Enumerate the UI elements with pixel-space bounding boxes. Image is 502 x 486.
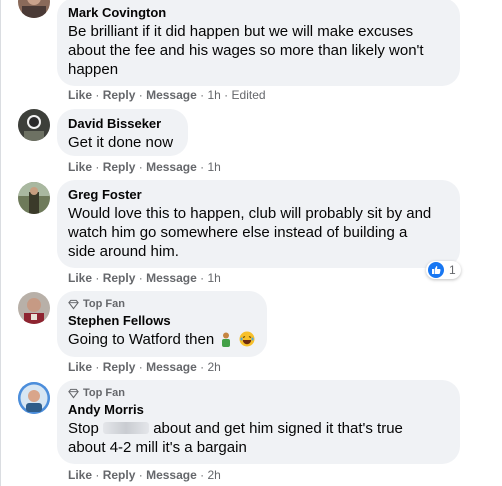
comment-text-end: about and get him signed it that's true	[153, 420, 403, 437]
comment-bubble: Top Fan Stephen Fellows Going to Watford…	[57, 291, 267, 357]
like-button[interactable]: Like	[68, 88, 92, 102]
comment-actions: Like · Reply · Message · 2h	[68, 467, 221, 483]
reply-button[interactable]: Reply	[103, 360, 136, 374]
separator: ·	[138, 468, 143, 482]
person-emoji-icon	[222, 332, 231, 347]
separator: ·	[200, 360, 205, 374]
avatar[interactable]	[18, 182, 50, 214]
separator: ·	[224, 88, 229, 102]
comment-author[interactable]: Mark Covington	[68, 4, 449, 22]
message-button[interactable]: Message	[146, 468, 197, 482]
comment-actions: Like · Reply · Message · 2h	[68, 359, 221, 375]
reaction-count: 1	[449, 263, 456, 277]
separator: ·	[138, 88, 143, 102]
like-button[interactable]: Like	[68, 360, 92, 374]
reply-button[interactable]: Reply	[103, 88, 136, 102]
badge-label: Top Fan	[83, 298, 125, 310]
separator: ·	[200, 160, 205, 174]
laughing-emoji-icon	[239, 331, 255, 347]
comment-timestamp[interactable]: 2h	[207, 468, 220, 482]
like-button[interactable]: Like	[68, 468, 92, 482]
comment-bubble: Mark Covington Be brilliant if it did ha…	[57, 0, 460, 86]
separator: ·	[138, 160, 143, 174]
diamond-icon	[68, 299, 79, 310]
comment-actions: Like · Reply · Message · 1h	[68, 159, 221, 175]
avatar[interactable]	[18, 109, 50, 141]
separator: ·	[95, 360, 100, 374]
comment-bubble: David Bisseker Get it done now	[57, 109, 188, 156]
comment-actions: Like · Reply · Message · 1h	[68, 270, 221, 286]
separator: ·	[95, 88, 100, 102]
separator: ·	[95, 271, 100, 285]
separator: ·	[138, 271, 143, 285]
reply-button[interactable]: Reply	[103, 160, 136, 174]
comment-text-line: Be brilliant if it did happen but we wil…	[68, 23, 414, 40]
comment-author[interactable]: Andy Morris	[68, 401, 449, 419]
comment-author[interactable]: Greg Foster	[68, 186, 449, 204]
top-fan-badge[interactable]: Top Fan	[68, 297, 256, 312]
separator: ·	[95, 468, 100, 482]
comment-text-line: side around him.	[68, 243, 179, 260]
comment-timestamp[interactable]: 2h	[207, 360, 220, 374]
comment-timestamp[interactable]: 1h	[207, 88, 220, 102]
separator: ·	[200, 271, 205, 285]
avatar[interactable]	[18, 382, 50, 414]
message-button[interactable]: Message	[146, 160, 197, 174]
separator: ·	[200, 88, 205, 102]
comment-text-line: happen	[68, 61, 119, 78]
thread-left-border	[0, 0, 1, 486]
comment-text-start: Stop	[68, 420, 99, 437]
comment-text: Going to Watford then	[68, 330, 256, 349]
reaction-summary[interactable]: 1	[426, 261, 461, 279]
avatar[interactable]	[18, 292, 50, 324]
comment-bubble: Top Fan Andy Morris Stop about and get h…	[57, 380, 460, 464]
comment-actions: Like · Reply · Message · 1h · Edited	[68, 87, 266, 103]
reply-button[interactable]: Reply	[103, 271, 136, 285]
comment-author[interactable]: Stephen Fellows	[68, 312, 256, 330]
comment-author[interactable]: David Bisseker	[68, 115, 177, 133]
message-button[interactable]: Message	[146, 271, 197, 285]
censored-word	[103, 422, 150, 434]
avatar[interactable]	[18, 0, 50, 18]
comment-text: Get it done now	[68, 134, 174, 151]
separator: ·	[138, 360, 143, 374]
separator: ·	[95, 160, 100, 174]
comment-bubble: Greg Foster Would love this to happen, c…	[57, 180, 460, 268]
message-button[interactable]: Message	[146, 88, 197, 102]
comment-text-line: Stop about and get him signed it that's …	[68, 419, 449, 438]
like-button[interactable]: Like	[68, 160, 92, 174]
comment-text-line: Would love this to happen, club will pro…	[68, 205, 432, 222]
comment-timestamp[interactable]: 1h	[207, 160, 220, 174]
comment-text-line: watch him go somewhere else instead of b…	[68, 224, 408, 241]
separator: ·	[200, 468, 205, 482]
comment-timestamp[interactable]: 1h	[207, 271, 220, 285]
diamond-icon	[68, 388, 79, 399]
comment-text-line: about the fee and his wages so more than…	[68, 42, 424, 59]
comment-text-line: about 4-2 mill it's a bargain	[68, 439, 247, 456]
badge-label: Top Fan	[83, 387, 125, 399]
edited-label[interactable]: Edited	[232, 88, 266, 102]
thumbs-up-icon	[428, 262, 444, 278]
like-button[interactable]: Like	[68, 271, 92, 285]
reply-button[interactable]: Reply	[103, 468, 136, 482]
message-button[interactable]: Message	[146, 360, 197, 374]
top-fan-badge[interactable]: Top Fan	[68, 386, 449, 401]
comment-text-content: Going to Watford then	[68, 331, 215, 348]
